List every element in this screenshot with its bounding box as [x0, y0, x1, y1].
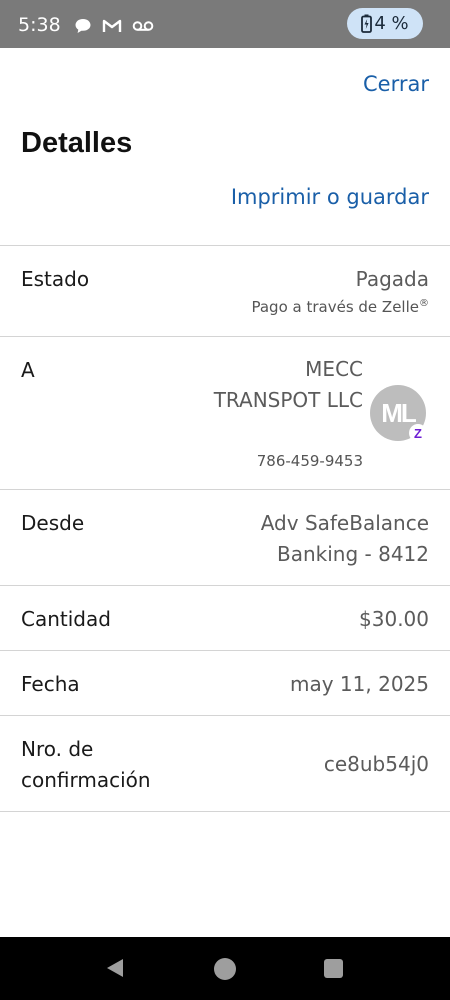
recipient-label: A: [21, 358, 35, 382]
zelle-badge-icon: Z: [409, 424, 427, 442]
divider: [0, 650, 450, 651]
date-value: may 11, 2025: [290, 672, 429, 696]
payment-method-note: Pago a través de Zelle®: [251, 298, 429, 316]
divider: [0, 489, 450, 490]
chat-icon: [74, 17, 92, 35]
avatar-initials: ML: [381, 397, 417, 428]
page-title: Detalles: [21, 127, 133, 159]
from-account-line2: Banking - 8412: [277, 542, 429, 566]
divider: [0, 245, 450, 246]
battery-charging-icon: [361, 14, 373, 33]
recents-icon[interactable]: [324, 959, 343, 978]
divider: [0, 715, 450, 716]
recipient-phone: 786-459-9453: [256, 452, 363, 470]
print-or-save-link[interactable]: Imprimir o guardar: [231, 185, 429, 209]
voicemail-icon: [132, 19, 154, 33]
battery-percent: 4 %: [374, 13, 409, 34]
notification-icons: [74, 15, 154, 37]
registered-mark: ®: [419, 298, 429, 309]
status-bar: 5:38 4 %: [0, 0, 450, 48]
from-account-line1: Adv SafeBalance: [260, 511, 429, 535]
amount-value: $30.00: [359, 607, 429, 631]
confirmation-value: ce8ub54j0: [323, 752, 429, 776]
status-label: Estado: [21, 267, 90, 291]
gmail-icon: [102, 18, 122, 34]
divider: [0, 336, 450, 337]
recipient-name: MECC TRANSPOT LLC: [213, 357, 363, 412]
battery-indicator: 4 %: [347, 8, 423, 39]
status-value: Pagada: [355, 267, 429, 291]
divider: [0, 811, 450, 812]
date-label: Fecha: [21, 672, 80, 696]
back-icon[interactable]: [104, 957, 126, 983]
amount-label: Cantidad: [21, 607, 111, 631]
confirmation-label-line2: confirmación: [21, 768, 151, 792]
screen: 5:38 4 % Cerrar Detalles Imprimir o guar…: [0, 0, 450, 1000]
divider: [0, 585, 450, 586]
navigation-bar: [0, 937, 450, 1000]
from-label: Desde: [21, 511, 85, 535]
close-button[interactable]: Cerrar: [363, 72, 429, 96]
status-time: 5:38: [18, 14, 61, 36]
confirmation-label-line1: Nro. de: [21, 737, 94, 761]
home-icon[interactable]: [214, 958, 236, 980]
